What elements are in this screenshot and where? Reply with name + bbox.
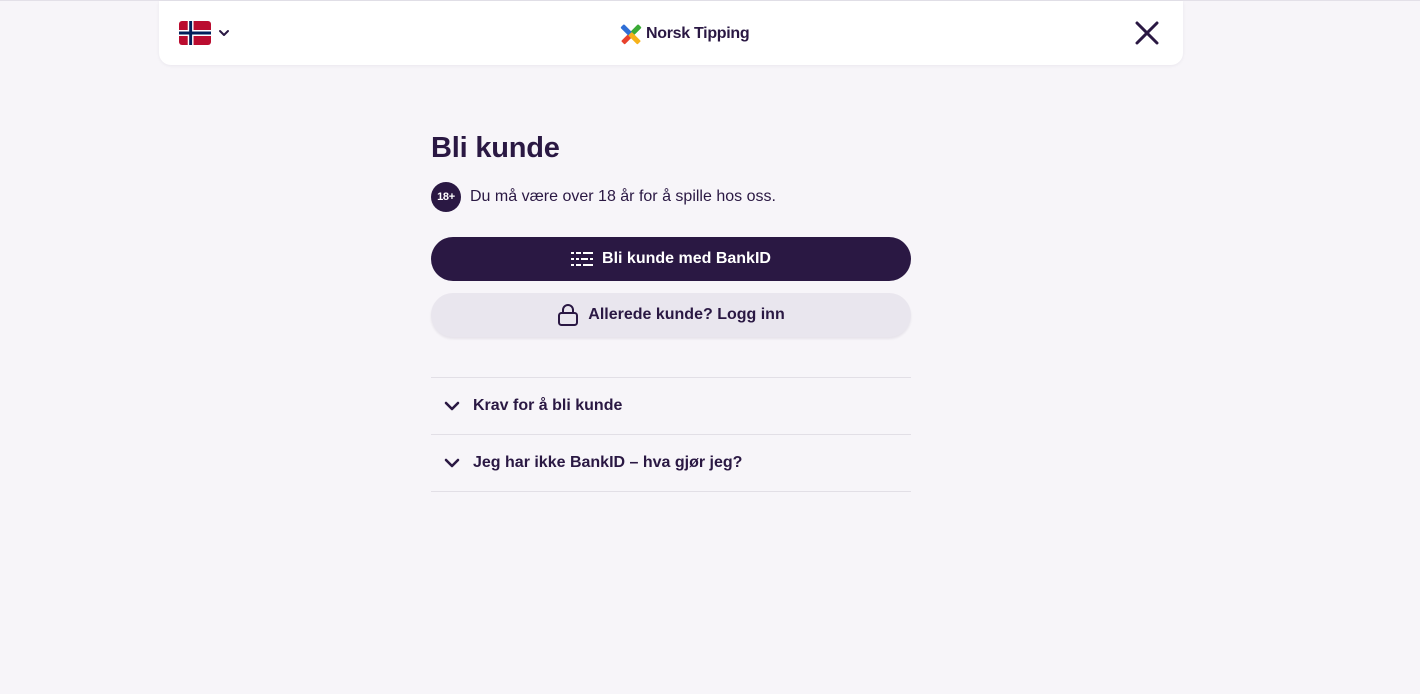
chevron-down-icon: [444, 401, 460, 411]
brand-logo[interactable]: Norsk Tipping: [620, 22, 750, 46]
top-bar: Norsk Tipping: [159, 1, 1183, 65]
norsk-tipping-logo-icon: [620, 24, 642, 45]
language-selector[interactable]: [179, 20, 231, 46]
chevron-down-icon: [219, 30, 229, 36]
lock-icon: [557, 303, 579, 327]
bankid-icon: [571, 251, 594, 267]
bankid-signup-label: Bli kunde med BankID: [602, 250, 771, 267]
accordion-item-requirements[interactable]: Krav for å bli kunde: [431, 378, 911, 435]
close-button[interactable]: [1133, 19, 1161, 47]
accordion-label: Jeg har ikke BankID – hva gjør jeg?: [473, 454, 743, 471]
chevron-down-icon: [444, 458, 460, 468]
signup-panel: Bli kunde 18+ Du må være over 18 år for …: [431, 128, 911, 492]
norway-flag-icon: [179, 21, 211, 45]
bankid-signup-button[interactable]: Bli kunde med BankID: [431, 237, 911, 281]
accordion-label: Krav for å bli kunde: [473, 397, 623, 414]
age-limit-badge: 18+: [431, 182, 461, 212]
login-button[interactable]: Allerede kunde? Logg inn: [431, 293, 911, 337]
age-notice: 18+ Du må være over 18 år for å spille h…: [431, 182, 911, 212]
age-notice-text: Du må være over 18 år for å spille hos o…: [470, 188, 776, 205]
close-icon: [1135, 21, 1159, 45]
page-title: Bli kunde: [431, 132, 560, 164]
brand-name: Norsk Tipping: [646, 25, 750, 42]
accordion-item-no-bankid[interactable]: Jeg har ikke BankID – hva gjør jeg?: [431, 435, 911, 492]
login-label: Allerede kunde? Logg inn: [588, 306, 785, 323]
info-accordion: Krav for å bli kunde Jeg har ikke BankID…: [431, 377, 911, 492]
